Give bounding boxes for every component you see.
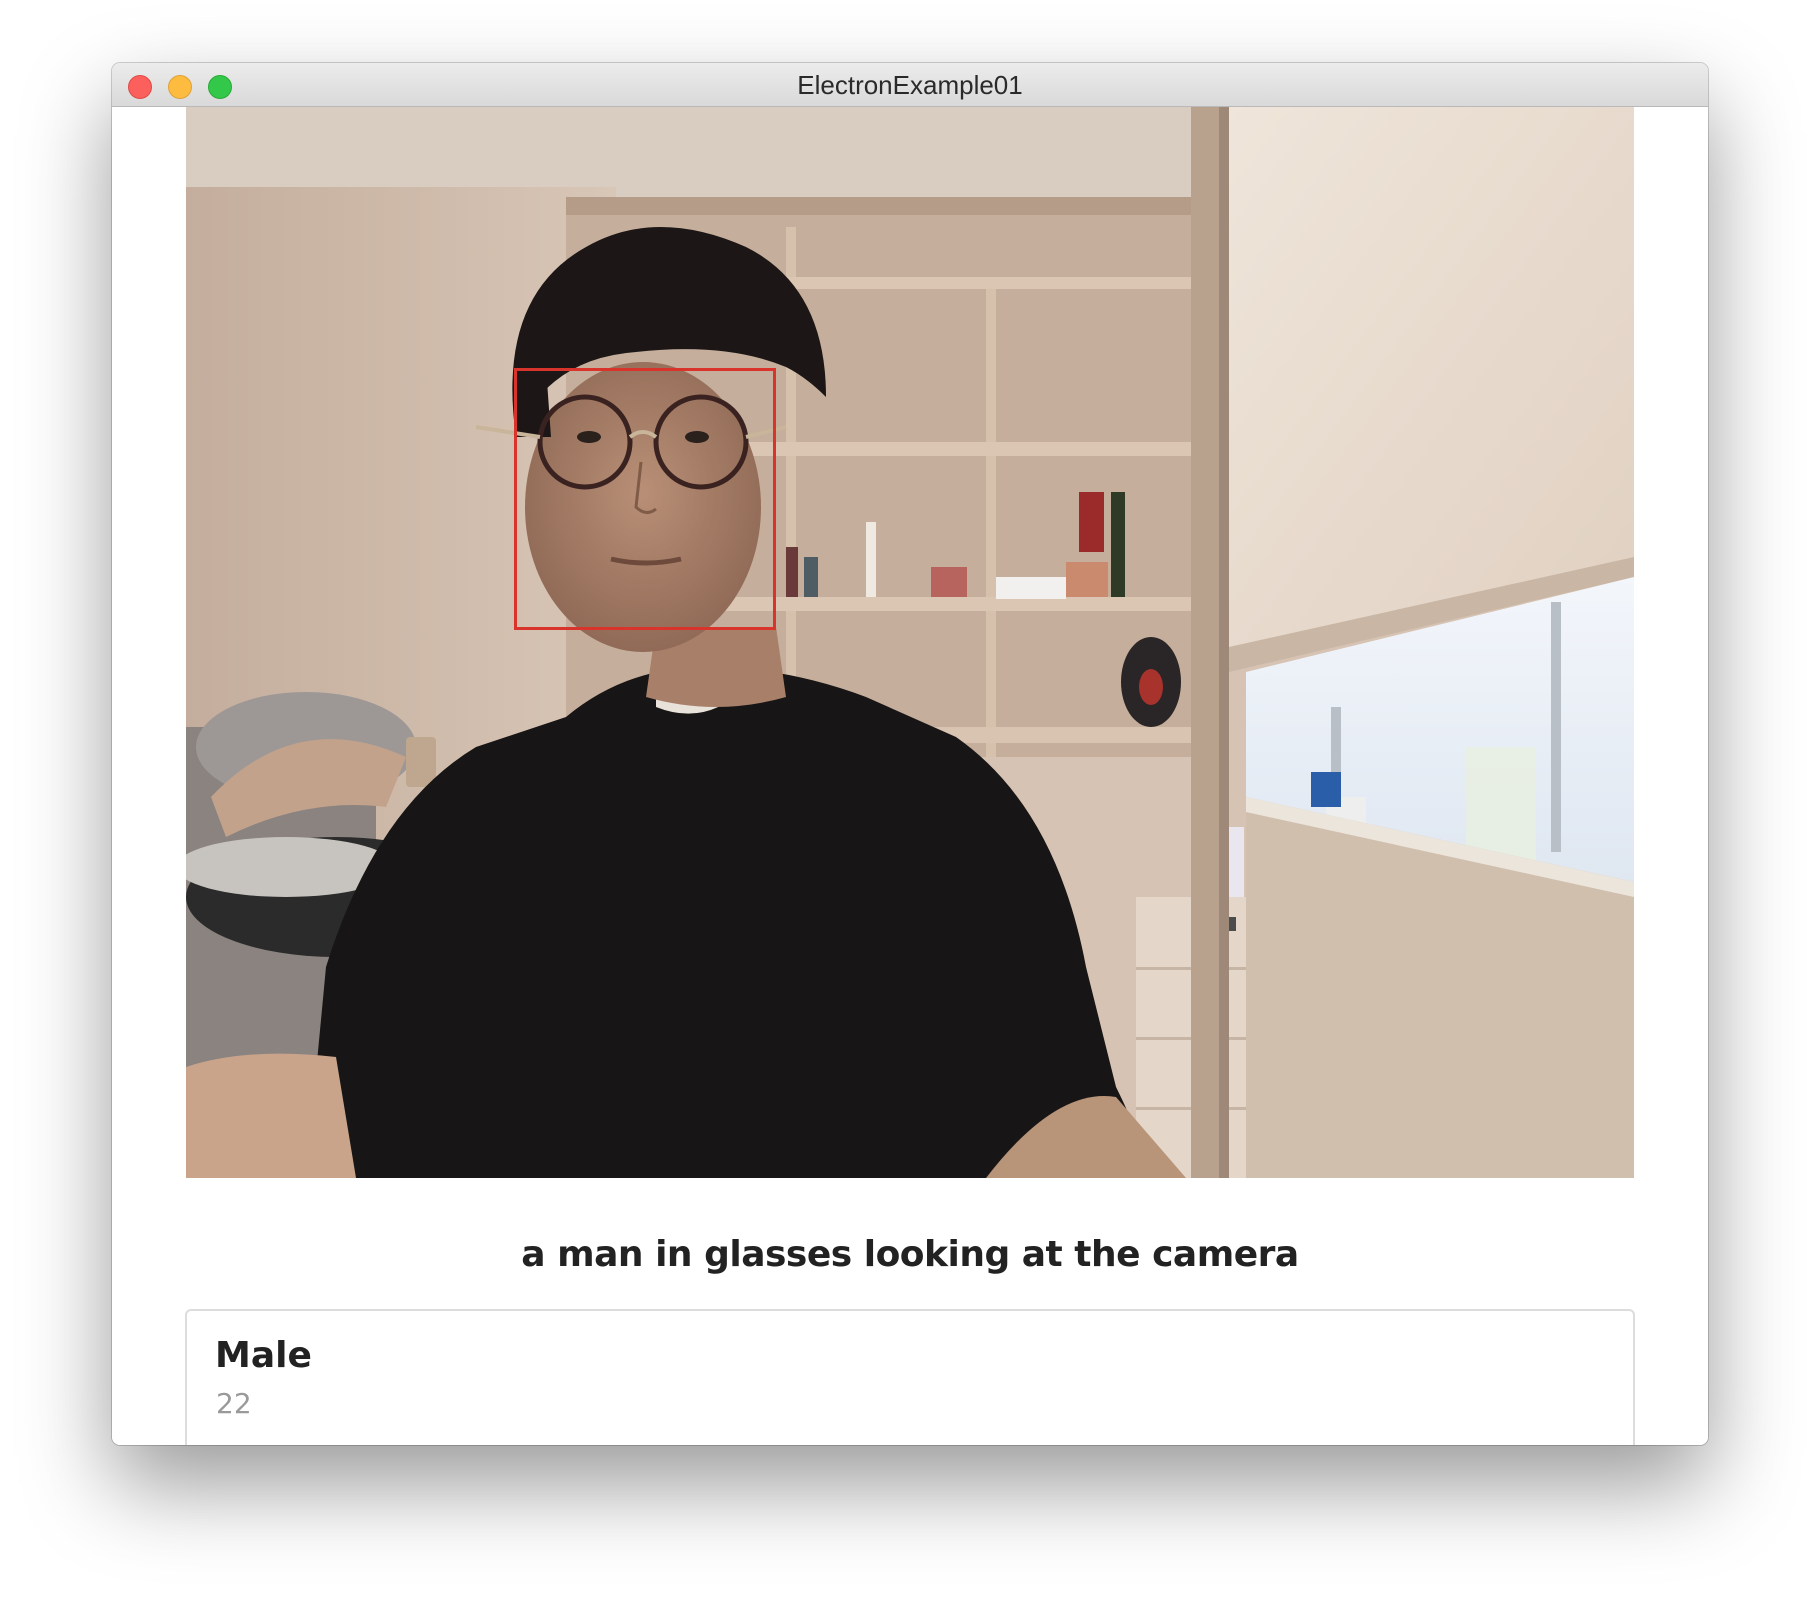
camera-feed — [186, 107, 1634, 1178]
face-attributes-card: Male 22 — [185, 1309, 1635, 1445]
image-caption: a man in glasses looking at the camera — [521, 1234, 1299, 1275]
window-title: ElectronExample01 — [797, 70, 1023, 100]
title-bar[interactable]: ElectronExample01 — [112, 63, 1708, 107]
app-window: ElectronExample01 a man in glasses looki… — [112, 63, 1708, 1445]
face-detection-box — [514, 368, 776, 630]
age-value: 22 — [216, 1387, 252, 1420]
gender-label: Male — [215, 1335, 312, 1376]
camera-frame-image — [186, 107, 1634, 1178]
app-content: a man in glasses looking at the camera M… — [112, 107, 1708, 1445]
